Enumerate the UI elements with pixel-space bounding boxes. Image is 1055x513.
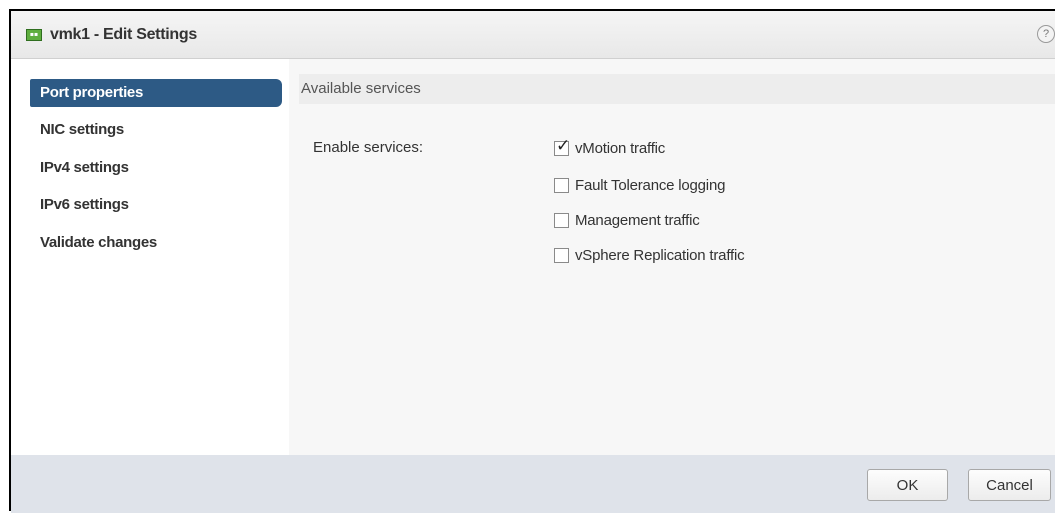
checkbox-box[interactable]: [554, 212, 569, 228]
vmk-nic-icon: ▪▪: [26, 28, 42, 41]
service-vsphere-replication-checkbox[interactable]: vSphere Replication traffic: [554, 244, 745, 266]
section-header: Available services: [299, 74, 1055, 104]
sidebar-item-port-properties[interactable]: Port properties: [30, 79, 282, 107]
service-vmotion-checkbox[interactable]: ✓ vMotion traffic: [554, 137, 665, 159]
service-label: vMotion traffic: [575, 139, 666, 157]
service-fault-tolerance-checkbox[interactable]: Fault Tolerance logging: [554, 174, 725, 196]
checkbox-box[interactable]: ✓: [554, 135, 571, 156]
service-label: Fault Tolerance logging: [575, 176, 726, 194]
sidebar-item-ipv4-settings[interactable]: IPv4 settings: [30, 154, 282, 182]
checkbox-box[interactable]: [554, 247, 569, 263]
settings-sidebar: Port properties NIC settings IPv4 settin…: [11, 59, 289, 455]
dialog-title: vmk1 - Edit Settings: [50, 25, 197, 43]
dialog-titlebar[interactable]: ▪▪ vmk1 - Edit Settings ?: [11, 11, 1055, 59]
edit-settings-dialog: ▪▪ vmk1 - Edit Settings ? Port propertie…: [9, 9, 1055, 513]
sidebar-item-validate-changes[interactable]: Validate changes: [30, 229, 282, 257]
checkmark-icon: ✓: [556, 135, 571, 156]
sidebar-item-ipv6-settings[interactable]: IPv6 settings: [30, 191, 282, 219]
checkbox-box[interactable]: [554, 177, 569, 193]
help-icon[interactable]: ?: [1037, 25, 1055, 43]
service-label: Management traffic: [575, 211, 700, 229]
port-properties-panel: Available services Enable services: ✓ vM…: [289, 59, 1055, 455]
enable-services-label: Enable services:: [313, 139, 424, 156]
ok-button[interactable]: OK: [867, 469, 948, 501]
sidebar-item-nic-settings[interactable]: NIC settings: [30, 116, 282, 144]
service-label: vSphere Replication traffic: [575, 246, 745, 264]
dialog-footer: OK Cancel: [11, 455, 1055, 513]
service-management-checkbox[interactable]: Management traffic: [554, 209, 700, 231]
cancel-button[interactable]: Cancel: [968, 469, 1051, 501]
